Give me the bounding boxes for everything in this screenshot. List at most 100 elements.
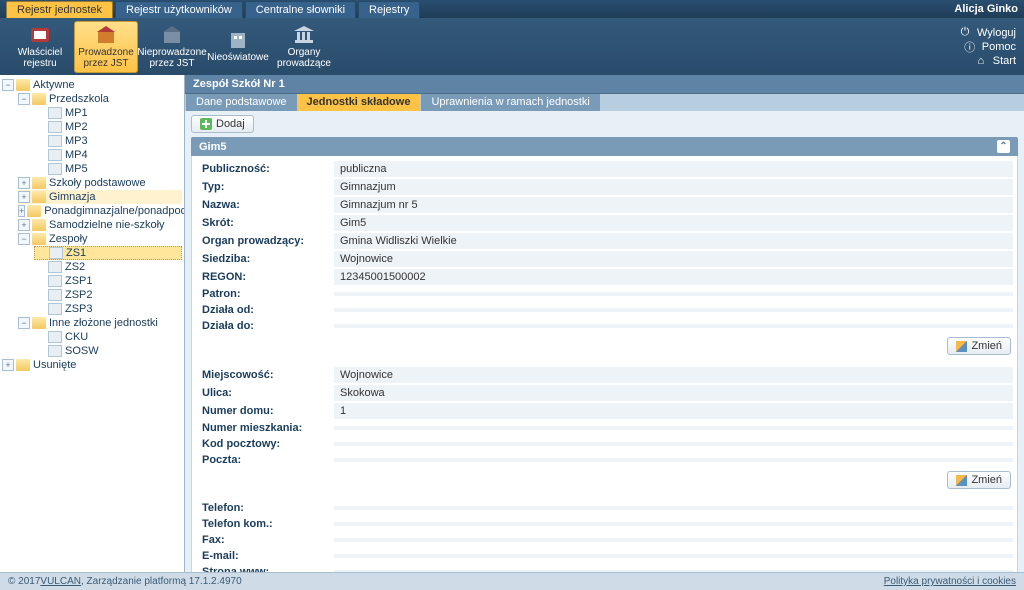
field-value	[334, 458, 1013, 462]
footer-vendor-link[interactable]: VULCAN	[40, 576, 81, 587]
field-value	[334, 324, 1013, 328]
tree-leaf-zsp2[interactable]: ZSP2	[34, 288, 182, 302]
field-value: 1	[334, 403, 1013, 419]
ribbon-button-1[interactable]: Prowadzoneprzez JST	[74, 21, 138, 73]
tree-leaf-zsp3[interactable]: ZSP3	[34, 302, 182, 316]
field-row: Fax:	[196, 532, 1013, 548]
change-button[interactable]: Zmień	[947, 471, 1011, 489]
ribbon-button-label: Nieoświatowe	[207, 52, 269, 63]
tree-leaf-mp5[interactable]: MP5	[34, 162, 182, 176]
header-link-label: Wyloguj	[977, 27, 1016, 39]
field-value: Wojnowice	[334, 251, 1013, 267]
field-row: Numer domu:1	[196, 402, 1013, 420]
field-label: Numer domu:	[196, 403, 334, 419]
field-label: Telefon:	[196, 500, 334, 516]
top-tab-1[interactable]: Rejestr użytkowników	[115, 1, 243, 18]
ribbon-button-0[interactable]: Właściciel rejestru	[8, 21, 72, 73]
field-value: Gimnazjum	[334, 179, 1013, 195]
tree-node-samodzielne[interactable]: +Samodzielne nie-szkoły	[18, 218, 182, 232]
field-row: Działa do:	[196, 318, 1013, 334]
tree-node-gimnazja[interactable]: +Gimnazja	[18, 190, 182, 204]
subtab-0[interactable]: Dane podstawowe	[186, 94, 297, 111]
top-tab-0[interactable]: Rejestr jednostek	[6, 1, 113, 18]
ribbon-button-label: Nieprowadzoneprzez JST	[137, 47, 207, 69]
header-link-label: Pomoc	[982, 41, 1016, 53]
field-value: Gim5	[334, 215, 1013, 231]
collapse-icon[interactable]: ⌃	[997, 140, 1010, 153]
field-value	[334, 538, 1013, 542]
field-value	[334, 554, 1013, 558]
field-value	[334, 308, 1013, 312]
field-label: Działa do:	[196, 318, 334, 334]
tree-leaf-mp2[interactable]: MP2	[34, 120, 182, 134]
field-row: Skrót:Gim5	[196, 214, 1013, 232]
field-label: Typ:	[196, 179, 334, 195]
subtab-1[interactable]: Jednostki składowe	[297, 94, 421, 111]
home-icon: ⌂	[975, 55, 987, 67]
tree-leaf-zs1[interactable]: ZS1	[34, 246, 182, 260]
subtab-2[interactable]: Uprawnienia w ramach jednostki	[421, 94, 599, 111]
field-row: Strona www:	[196, 564, 1013, 572]
ribbon-button-label: Prowadzoneprzez JST	[78, 47, 134, 69]
field-label: Działa od:	[196, 302, 334, 318]
tree-node-przedszkola[interactable]: −Przedszkola	[18, 92, 182, 106]
noneducation-icon	[226, 30, 250, 50]
ribbon-button-label: Właściciel rejestru	[8, 47, 72, 69]
footer-privacy-link[interactable]: Polityka prywatności i cookies	[884, 576, 1016, 587]
top-tab-3[interactable]: Rejestry	[358, 1, 420, 18]
add-button[interactable]: Dodaj	[191, 115, 254, 133]
field-label: Miejscowość:	[196, 367, 334, 383]
tree-node-ponad[interactable]: +Ponadgimnazjalne/ponadpodstawowe	[18, 204, 182, 218]
field-row: Telefon:	[196, 500, 1013, 516]
field-row: Siedziba:Wojnowice	[196, 250, 1013, 268]
tree-leaf-mp3[interactable]: MP3	[34, 134, 182, 148]
ribbon-button-3[interactable]: Nieoświatowe	[206, 21, 270, 73]
header-link-pomoc[interactable]: ⓘPomoc	[959, 41, 1016, 53]
field-value	[334, 426, 1013, 430]
ribbon-button-label: Organy prowadzące	[272, 47, 336, 69]
field-label: Poczta:	[196, 452, 334, 468]
ribbon-button-4[interactable]: Organy prowadzące	[272, 21, 336, 73]
pencil-icon	[956, 475, 967, 486]
field-value	[334, 442, 1013, 446]
ribbon-button-2[interactable]: Nieprowadzoneprzez JST	[140, 21, 204, 73]
field-value	[334, 522, 1013, 526]
governing-icon	[292, 25, 316, 45]
tree-leaf-zsp1[interactable]: ZSP1	[34, 274, 182, 288]
field-row: Miejscowość:Wojnowice	[196, 366, 1013, 384]
field-row: Numer mieszkania:	[196, 420, 1013, 436]
tree-leaf-mp4[interactable]: MP4	[34, 148, 182, 162]
field-row: E-mail:	[196, 548, 1013, 564]
add-button-label: Dodaj	[216, 118, 245, 130]
tree-leaf-cku[interactable]: CKU	[34, 330, 182, 344]
tree-node-szkoly[interactable]: +Szkoły podstawowe	[18, 176, 182, 190]
field-label: Numer mieszkania:	[196, 420, 334, 436]
header-link-wyloguj[interactable]: ⏻Wyloguj	[959, 27, 1016, 39]
tree-node-zespoly[interactable]: −Zespoły	[18, 232, 182, 246]
tree-leaf-mp1[interactable]: MP1	[34, 106, 182, 120]
tree-leaf-sosw[interactable]: SOSW	[34, 344, 182, 358]
field-label: Organ prowadzący:	[196, 233, 334, 249]
section-title: Gim5	[199, 141, 227, 153]
header-link-label: Start	[993, 55, 1016, 67]
field-label: Skrót:	[196, 215, 334, 231]
field-value	[334, 506, 1013, 510]
field-label: Kod pocztowy:	[196, 436, 334, 452]
change-button[interactable]: Zmień	[947, 337, 1011, 355]
section-header: Gim5 ⌃	[191, 137, 1018, 156]
field-label: Siedziba:	[196, 251, 334, 267]
field-label: Telefon kom.:	[196, 516, 334, 532]
top-tab-2[interactable]: Centralne słowniki	[245, 1, 356, 18]
field-value: Gimnazjum nr 5	[334, 197, 1013, 213]
sidebar-tree[interactable]: −Aktywne −Przedszkola MP1 MP2 MP3 MP4 MP…	[0, 75, 185, 572]
pencil-icon	[956, 341, 967, 352]
field-row: Nazwa:Gimnazjum nr 5	[196, 196, 1013, 214]
field-label: Nazwa:	[196, 197, 334, 213]
field-row: Ulica:Skokowa	[196, 384, 1013, 402]
tree-node-aktywne[interactable]: −Aktywne	[2, 78, 182, 92]
tree-leaf-zs2[interactable]: ZS2	[34, 260, 182, 274]
tree-node-inne[interactable]: −Inne złożone jednostki	[18, 316, 182, 330]
header-link-start[interactable]: ⌂ Start	[959, 55, 1016, 67]
tree-node-usuniete[interactable]: +Usunięte	[2, 358, 182, 372]
field-row: Telefon kom.:	[196, 516, 1013, 532]
